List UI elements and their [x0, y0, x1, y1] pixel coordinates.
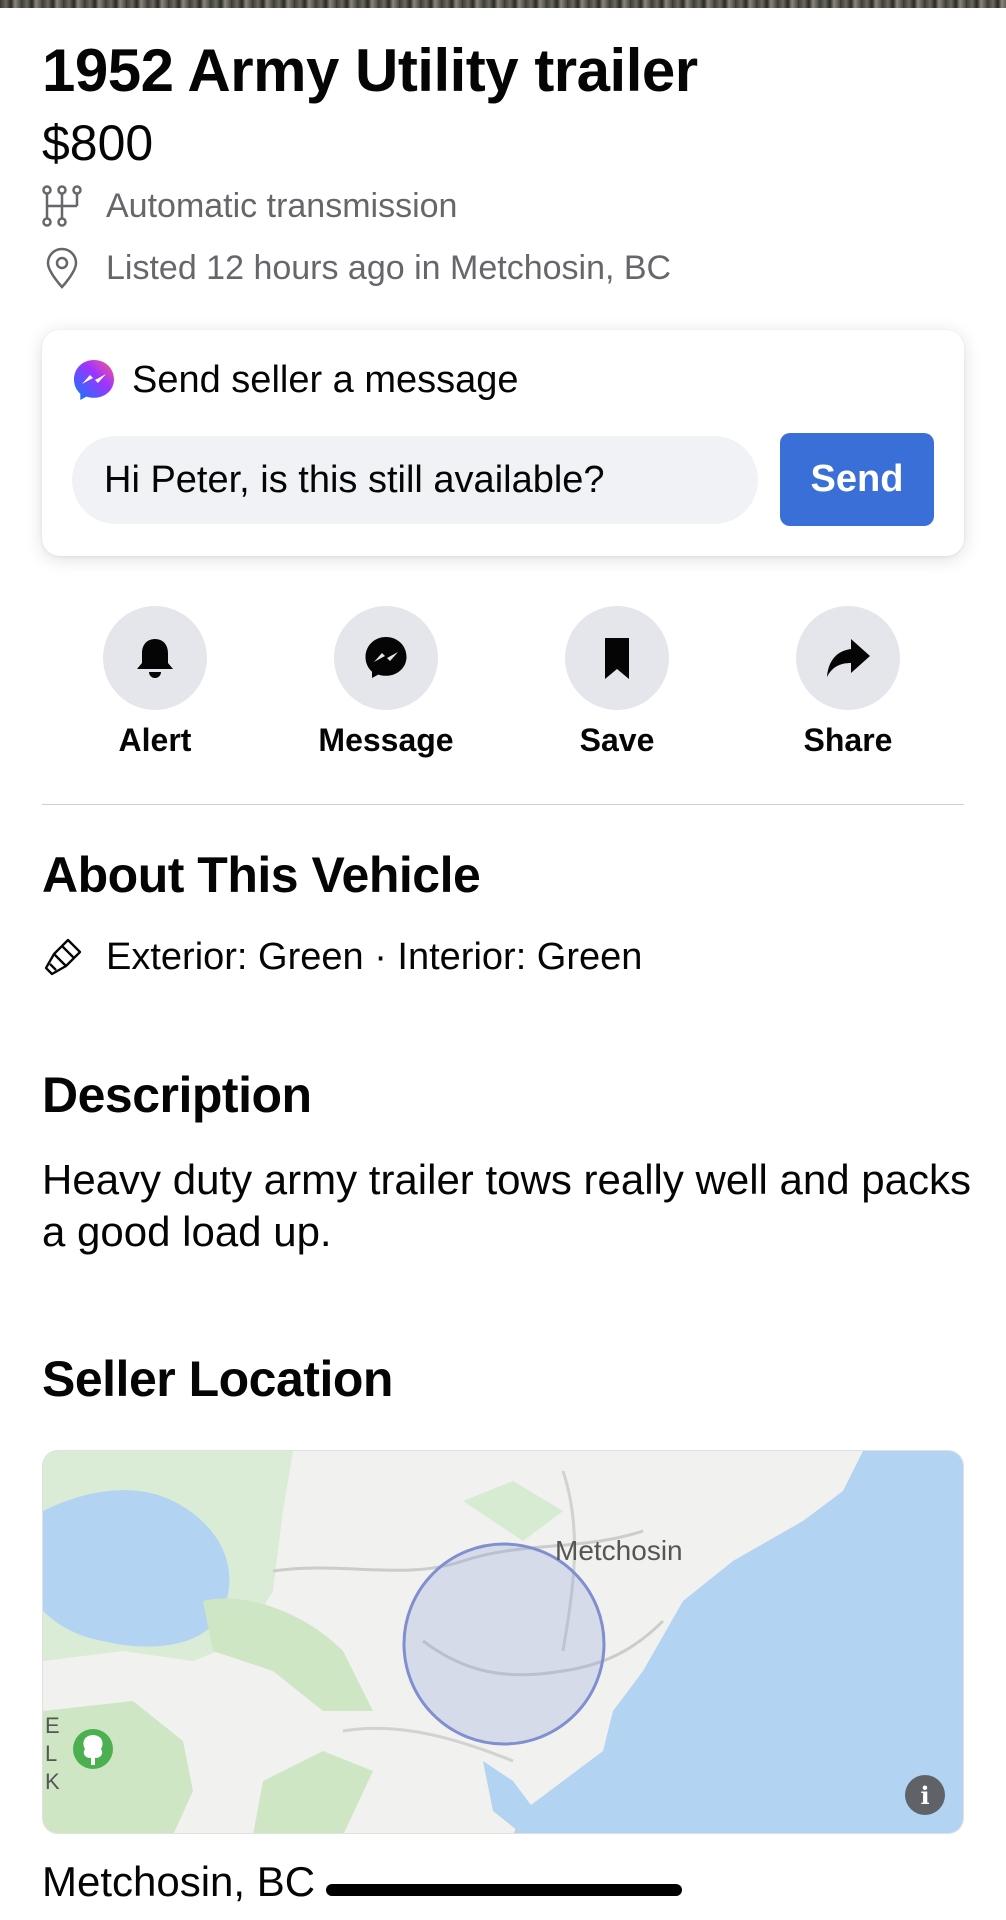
alert-button[interactable] — [103, 606, 207, 710]
transmission-row: Automatic transmission — [40, 184, 457, 228]
listed-text[interactable]: Listed 12 hours ago in Metchosin, BC — [106, 249, 671, 288]
share-icon — [827, 639, 870, 677]
action-bar: Alert Message Save Share — [42, 606, 964, 766]
messenger-icon — [365, 637, 407, 678]
about-heading: About This Vehicle — [42, 847, 481, 903]
map-place-label: Metchosin — [555, 1535, 683, 1566]
messenger-logo-icon — [74, 360, 114, 400]
map-edge-letter: K — [45, 1769, 60, 1794]
description-heading: Description — [42, 1067, 312, 1123]
vehicle-colors-row: Exterior: Green · Interior: Green — [40, 934, 642, 980]
transmission-icon — [42, 185, 82, 227]
share-button[interactable] — [796, 606, 900, 710]
listing-title: 1952 Army Utility trailer — [42, 37, 698, 104]
message-label: Message — [318, 722, 454, 758]
seller-location-heading: Seller Location — [42, 1351, 393, 1407]
seller-location-map[interactable]: E L K Metchosin i — [42, 1450, 964, 1834]
vehicle-colors-text: Exterior: Green · Interior: Green — [106, 935, 643, 978]
save-button[interactable] — [565, 606, 669, 710]
message-seller-card: Send seller a message Send — [42, 330, 964, 556]
message-card-heading: Send seller a message — [132, 358, 519, 401]
save-label: Save — [579, 722, 655, 758]
save-action[interactable]: Save — [532, 606, 702, 759]
listing-photo-edge[interactable] — [0, 0, 1006, 8]
bookmark-icon — [605, 638, 629, 679]
send-button[interactable]: Send — [780, 433, 934, 526]
map-graphic: E L K — [43, 1451, 963, 1833]
message-button[interactable] — [334, 606, 438, 710]
message-card-header: Send seller a message — [72, 358, 519, 402]
transmission-text: Automatic transmission — [106, 186, 458, 225]
listing-price: $800 — [42, 115, 154, 171]
message-action[interactable]: Message — [301, 606, 471, 759]
paintbrush-icon — [44, 938, 82, 976]
alert-label: Alert — [118, 722, 192, 758]
share-action[interactable]: Share — [763, 606, 933, 759]
bell-icon — [137, 639, 173, 678]
seller-location-name: Metchosin, BC — [42, 1858, 316, 1905]
home-indicator[interactable] — [326, 1884, 682, 1896]
map-edge-letter: L — [45, 1741, 57, 1766]
listed-row: Listed 12 hours ago in Metchosin, BC — [40, 246, 671, 290]
description-text: Heavy duty army trailer tows really well… — [42, 1156, 972, 1255]
location-pin-icon — [46, 247, 78, 289]
map-info-icon[interactable]: i — [905, 1775, 945, 1815]
message-input[interactable] — [72, 436, 758, 524]
section-divider — [42, 804, 964, 805]
map-edge-letter: E — [45, 1713, 60, 1738]
share-label: Share — [803, 722, 893, 758]
alert-action[interactable]: Alert — [70, 606, 240, 759]
